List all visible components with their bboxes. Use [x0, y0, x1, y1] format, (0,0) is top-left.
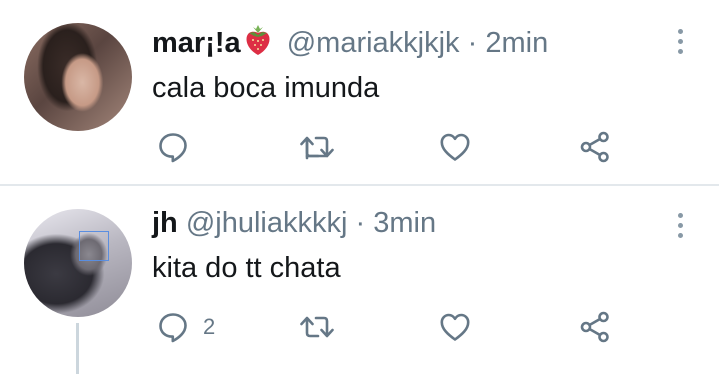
avatar[interactable] [24, 209, 132, 317]
avatar[interactable] [24, 23, 132, 131]
retweet-icon [300, 136, 334, 160]
reply-icon [159, 313, 187, 343]
handle[interactable]: @mariakkjkjk [287, 27, 460, 59]
retweet-icon [300, 316, 334, 338]
reply-button[interactable] [157, 129, 203, 165]
share-button[interactable] [579, 129, 611, 165]
display-name[interactable]: mar¡!a [152, 27, 241, 59]
more-options-icon[interactable] [674, 29, 686, 54]
strawberry-emoji-icon [243, 24, 273, 65]
reply-icon [159, 133, 187, 163]
retweet-button[interactable] [299, 129, 335, 165]
share-icon [580, 311, 609, 343]
like-button[interactable] [439, 309, 471, 345]
separator: · [355, 207, 366, 239]
tweet-actions: 2 [0, 309, 719, 345]
timestamp[interactable]: 3min [373, 207, 436, 239]
tweet-feed: mar¡!a @mariakkjkjk · 2min cala boca imu… [0, 0, 719, 374]
display-name[interactable]: jh [152, 207, 178, 239]
retweet-button[interactable] [299, 309, 335, 345]
like-button[interactable] [439, 129, 471, 165]
more-options-icon[interactable] [674, 213, 686, 238]
tweet-actions [0, 129, 719, 165]
separator: · [467, 27, 478, 59]
timestamp[interactable]: 2min [485, 27, 548, 59]
share-icon [580, 131, 609, 163]
heart-icon [440, 313, 470, 341]
tweet-text: kita do tt chata [152, 252, 341, 284]
tweet-header: jh @jhuliakkkkj · 3min [152, 205, 436, 241]
reply-button[interactable]: 2 [157, 309, 215, 345]
tweet-text: cala boca imunda [152, 72, 380, 104]
tweet[interactable]: mar¡!a @mariakkjkjk · 2min cala boca imu… [0, 0, 719, 185]
reply-count: 2 [203, 314, 216, 339]
heart-icon [440, 133, 470, 161]
handle[interactable]: @jhuliakkkkj [186, 207, 348, 239]
tweet-header: mar¡!a @mariakkjkjk · 2min [152, 24, 548, 65]
share-button[interactable] [579, 309, 611, 345]
thread-connector-line [76, 323, 79, 374]
